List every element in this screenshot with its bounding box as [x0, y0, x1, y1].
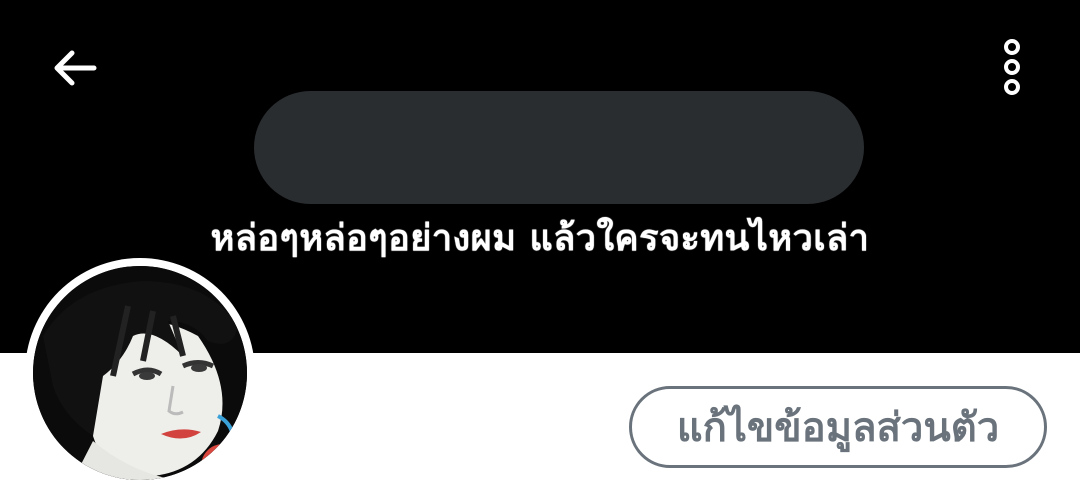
portrait-illustration [33, 266, 247, 480]
back-button[interactable] [44, 38, 104, 98]
banner-caption: หล่อๆหล่อๆอย่างผม แล้วใครจะทนไหวเล่า [210, 217, 870, 259]
more-vertical-icon [1004, 39, 1020, 95]
profile-avatar[interactable] [25, 258, 255, 488]
edit-profile-label: แก้ไขข้อมูลส่วนตัว [676, 406, 1000, 450]
more-options-button[interactable] [986, 34, 1038, 100]
profile-page: หล่อๆหล่อๆอย่างผม แล้วใครจะทนไหวเล่า แก้… [0, 0, 1080, 498]
edit-profile-button[interactable]: แก้ไขข้อมูลส่วนตัว [629, 386, 1047, 468]
arrow-left-icon [54, 50, 97, 86]
redacted-name-block [254, 91, 864, 204]
avatar-photo [33, 266, 247, 480]
